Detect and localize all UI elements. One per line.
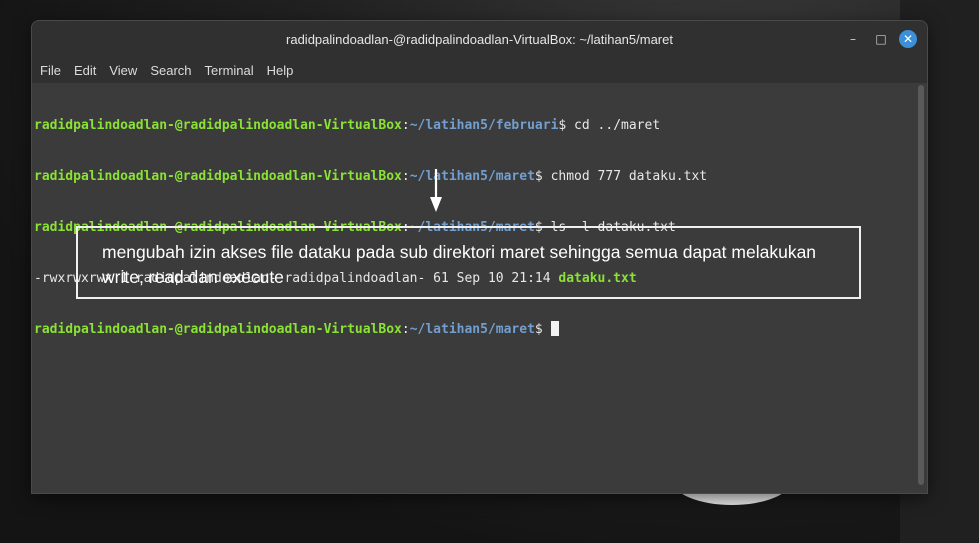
- prompt-path: ~/latihan5/februari: [409, 118, 559, 133]
- title-bar[interactable]: radidpalindoadlan-@radidpalindoadlan-Vir…: [32, 21, 927, 57]
- menu-help[interactable]: Help: [267, 63, 294, 78]
- menu-search[interactable]: Search: [150, 63, 191, 78]
- menu-edit[interactable]: Edit: [74, 63, 96, 78]
- arrow-down-icon: [430, 169, 442, 212]
- maximize-button[interactable]: □: [873, 21, 889, 57]
- text-cursor: [550, 321, 559, 336]
- terminal-line: radidpalindoadlan-@radidpalindoadlan-Vir…: [34, 169, 708, 184]
- prompt-user: radidpalindoadlan-@radidpalindoadlan-Vir…: [34, 169, 402, 184]
- annotation-box: mengubah izin akses file dataku pada sub…: [76, 226, 861, 299]
- command-text: cd ../maret: [566, 118, 661, 133]
- menu-file[interactable]: File: [40, 63, 61, 78]
- prompt-user: radidpalindoadlan-@radidpalindoadlan-Vir…: [34, 322, 402, 337]
- minimize-button[interactable]: –: [845, 21, 861, 57]
- prompt-user: radidpalindoadlan-@radidpalindoadlan-Vir…: [34, 118, 402, 133]
- menu-view[interactable]: View: [109, 63, 137, 78]
- terminal-prompt-line: radidpalindoadlan-@radidpalindoadlan-Vir…: [34, 321, 916, 338]
- command-text: chmod 777 dataku.txt: [542, 169, 708, 184]
- window-title: radidpalindoadlan-@radidpalindoadlan-Vir…: [286, 31, 673, 47]
- close-button[interactable]: ✕: [899, 30, 917, 48]
- menu-bar: File Edit View Search Terminal Help: [32, 57, 927, 83]
- annotation-text: mengubah izin akses file dataku pada sub…: [102, 242, 817, 287]
- menu-terminal[interactable]: Terminal: [205, 63, 254, 78]
- terminal-line: radidpalindoadlan-@radidpalindoadlan-Vir…: [34, 118, 661, 133]
- prompt-path: ~/latihan5/maret: [409, 322, 535, 337]
- scrollbar[interactable]: [918, 85, 924, 485]
